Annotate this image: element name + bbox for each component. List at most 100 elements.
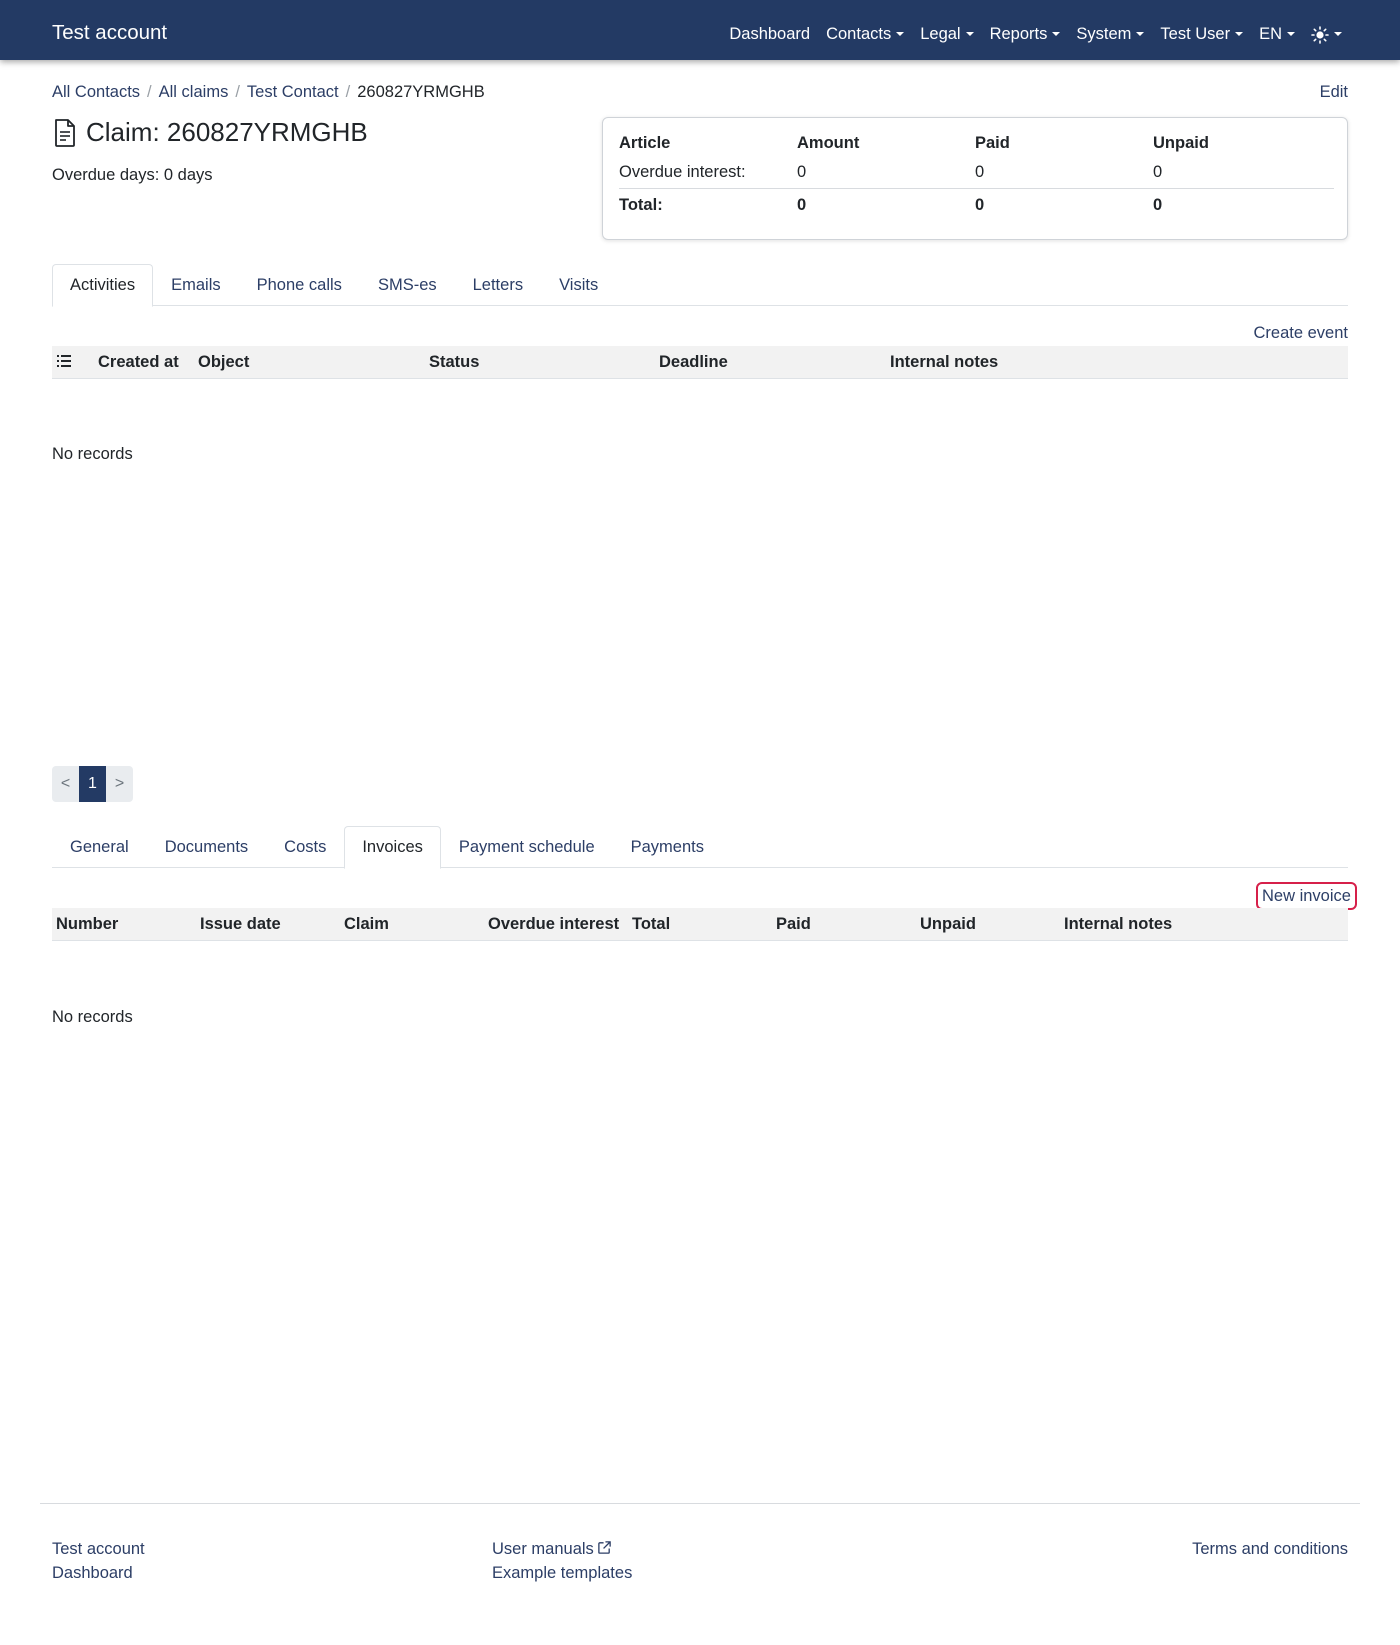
column-internal-notes[interactable]: Internal notes — [1064, 915, 1172, 934]
summary-total-row: Total: 0 0 0 — [619, 187, 1334, 222]
breadcrumb-all-claims[interactable]: All claims — [159, 83, 229, 102]
pagination: < 1 > — [52, 766, 133, 802]
top-navbar: Test account Dashboard Contacts Legal Re… — [0, 0, 1400, 60]
new-invoice-button[interactable]: New invoice — [1256, 882, 1357, 910]
claim-summary-card: Article Amount Paid Unpaid Overdue inter… — [602, 117, 1348, 240]
page-title: Claim: 260827YRMGHB — [86, 117, 368, 147]
footer-link-terms[interactable]: Terms and conditions — [1192, 1537, 1348, 1561]
nav-user-dropdown[interactable]: Test User — [1160, 25, 1244, 44]
summary-header-amount: Amount — [797, 134, 860, 152]
document-icon — [55, 118, 75, 147]
summary-total-cell: 0 — [1153, 187, 1334, 222]
invoices-table-header: Number Issue date Claim Overdue interest… — [52, 908, 1348, 941]
breadcrumb-separator: / — [147, 83, 152, 101]
summary-cell: Overdue interest: — [619, 163, 746, 182]
create-event-link[interactable]: Create event — [1254, 324, 1348, 343]
nav-menu: Dashboard Contacts Legal Reports System … — [713, 25, 1342, 44]
breadcrumb-all-contacts[interactable]: All Contacts — [52, 83, 140, 102]
column-total[interactable]: Total — [632, 915, 670, 934]
nav-user-label: Test User — [1160, 25, 1231, 43]
column-status[interactable]: Status — [429, 353, 479, 372]
nav-contacts-label: Contacts — [826, 25, 892, 43]
tab-invoices[interactable]: Invoices — [344, 826, 441, 869]
summary-header-unpaid: Unpaid — [1153, 134, 1209, 152]
footer-column-right: Terms and conditions — [1192, 1537, 1348, 1561]
tab-activities[interactable]: Activities — [52, 264, 154, 307]
footer-link-example-templates[interactable]: Example templates — [492, 1561, 632, 1585]
breadcrumb-separator: / — [345, 83, 351, 101]
page-title-row: Claim: 260827YRMGHB — [52, 117, 368, 148]
summary-row: Overdue interest: 0 0 0 — [619, 158, 1334, 188]
pagination-prev[interactable]: < — [52, 766, 79, 802]
summary-total-cell: 0 — [975, 187, 1153, 222]
column-deadline[interactable]: Deadline — [659, 353, 728, 372]
invoices-empty-text: No records — [52, 1008, 133, 1026]
tab-letters[interactable]: Letters — [455, 264, 541, 306]
tab-payment-schedule[interactable]: Payment schedule — [441, 826, 613, 868]
footer-link-user-manuals[interactable]: User manuals — [492, 1537, 632, 1561]
detail-tabs: General Documents Costs Invoices Payment… — [52, 826, 1348, 869]
caret-down-icon — [896, 31, 905, 36]
summary-total-cell: Total: — [619, 187, 797, 222]
summary-total-cell: 0 — [797, 187, 975, 222]
activity-tabs: Activities Emails Phone calls SMS-es Let… — [52, 264, 1348, 307]
activities-empty-text: No records — [52, 445, 133, 463]
breadcrumb-current: 260827YRMGHB — [357, 83, 485, 101]
theme-dropdown[interactable] — [1311, 25, 1342, 44]
caret-down-icon — [1334, 31, 1342, 36]
nav-system-dropdown[interactable]: System — [1076, 25, 1145, 44]
summary-cell: 0 — [1153, 163, 1163, 182]
activities-table-header: Created at Object Status Deadline Intern… — [52, 346, 1348, 379]
overdue-days: Overdue days: 0 days — [52, 166, 213, 184]
tab-emails[interactable]: Emails — [153, 264, 239, 306]
footer-column-left: Test account Dashboard — [52, 1537, 145, 1585]
column-number[interactable]: Number — [56, 915, 118, 934]
footer-link-test-account[interactable]: Test account — [52, 1537, 145, 1561]
column-issue-date[interactable]: Issue date — [200, 915, 281, 934]
breadcrumb-test-contact[interactable]: Test Contact — [247, 83, 339, 102]
column-overdue-interest[interactable]: Overdue interest — [488, 915, 619, 934]
summary-cell: 0 — [975, 163, 985, 182]
summary-header-article: Article — [619, 134, 671, 152]
tab-phone-calls[interactable]: Phone calls — [239, 264, 360, 306]
edit-link[interactable]: Edit — [1320, 83, 1348, 102]
footer-link-user-manuals-label: User manuals — [492, 1540, 594, 1558]
tab-visits[interactable]: Visits — [541, 264, 616, 306]
nav-language-label: EN — [1259, 25, 1282, 43]
brand-link[interactable]: Test account — [52, 21, 167, 45]
nav-legal-dropdown[interactable]: Legal — [920, 25, 974, 44]
breadcrumb: All Contacts / All claims / Test Contact… — [52, 83, 485, 102]
caret-down-icon — [1052, 31, 1061, 36]
footer-divider — [40, 1503, 1360, 1504]
tab-sms-es[interactable]: SMS-es — [360, 264, 455, 306]
column-object[interactable]: Object — [198, 353, 249, 372]
footer-column-middle: User manuals Example templates — [492, 1537, 632, 1585]
nav-dashboard-label: Dashboard — [729, 25, 811, 43]
breadcrumb-separator: / — [235, 83, 240, 101]
column-claim[interactable]: Claim — [344, 915, 389, 934]
tab-costs[interactable]: Costs — [266, 826, 344, 868]
column-paid[interactable]: Paid — [776, 915, 811, 934]
column-created-at[interactable]: Created at — [98, 353, 179, 372]
nav-dashboard[interactable]: Dashboard — [729, 25, 810, 44]
pagination-page-current[interactable]: 1 — [79, 766, 106, 802]
nav-system-label: System — [1076, 25, 1132, 43]
list-icon[interactable] — [57, 355, 71, 367]
tab-general[interactable]: General — [52, 826, 147, 868]
column-internal-notes[interactable]: Internal notes — [890, 353, 998, 372]
caret-down-icon — [1235, 31, 1244, 36]
nav-contacts-dropdown[interactable]: Contacts — [826, 25, 905, 44]
column-unpaid[interactable]: Unpaid — [920, 915, 976, 934]
caret-down-icon — [1136, 31, 1145, 36]
tab-documents[interactable]: Documents — [147, 826, 266, 868]
nav-reports-dropdown[interactable]: Reports — [990, 25, 1061, 44]
nav-language-dropdown[interactable]: EN — [1259, 25, 1295, 44]
footer-link-dashboard[interactable]: Dashboard — [52, 1561, 145, 1585]
pagination-next[interactable]: > — [106, 766, 133, 802]
summary-header-paid: Paid — [975, 134, 1010, 152]
nav-reports-label: Reports — [989, 25, 1048, 43]
tab-payments[interactable]: Payments — [613, 826, 722, 868]
sun-icon — [1311, 25, 1329, 44]
caret-down-icon — [965, 31, 974, 36]
summary-table: Article Amount Paid Unpaid Overdue inter… — [619, 129, 1334, 222]
